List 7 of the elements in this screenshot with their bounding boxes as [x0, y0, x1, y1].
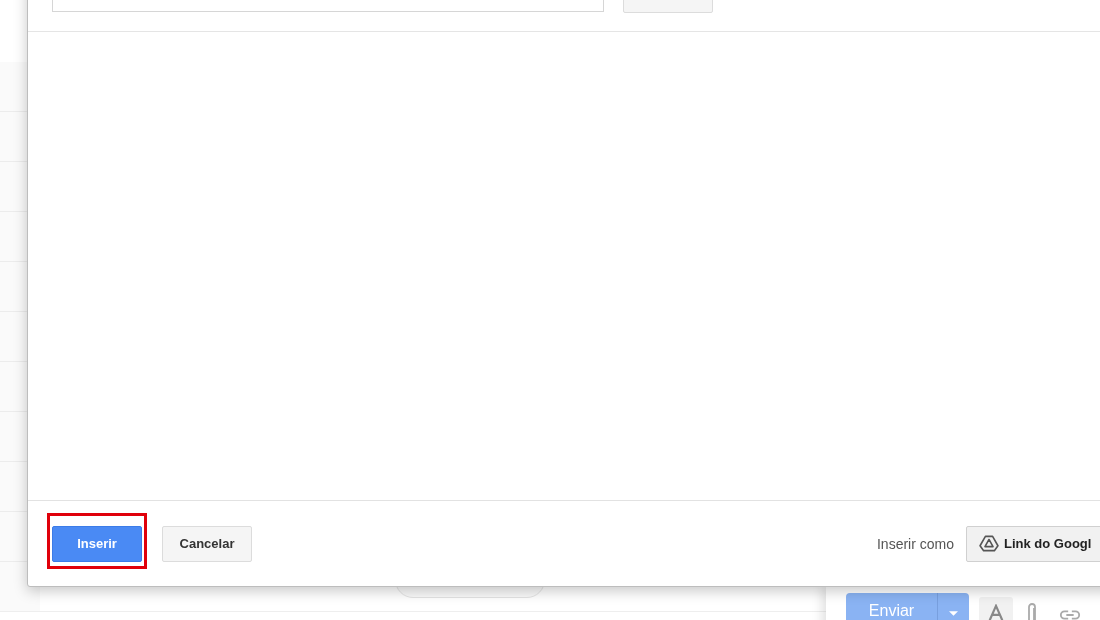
triangle-icon [979, 535, 999, 552]
link-icon[interactable] [1059, 609, 1081, 620]
paperclip-icon[interactable] [1027, 603, 1037, 620]
caret-icon [949, 610, 958, 616]
secondary-button[interactable]: Cancelar [162, 525, 252, 562]
insert-as-label: Inserir como [876, 535, 954, 552]
insert-as-dropdown[interactable]: Link do Googl [966, 525, 1100, 562]
